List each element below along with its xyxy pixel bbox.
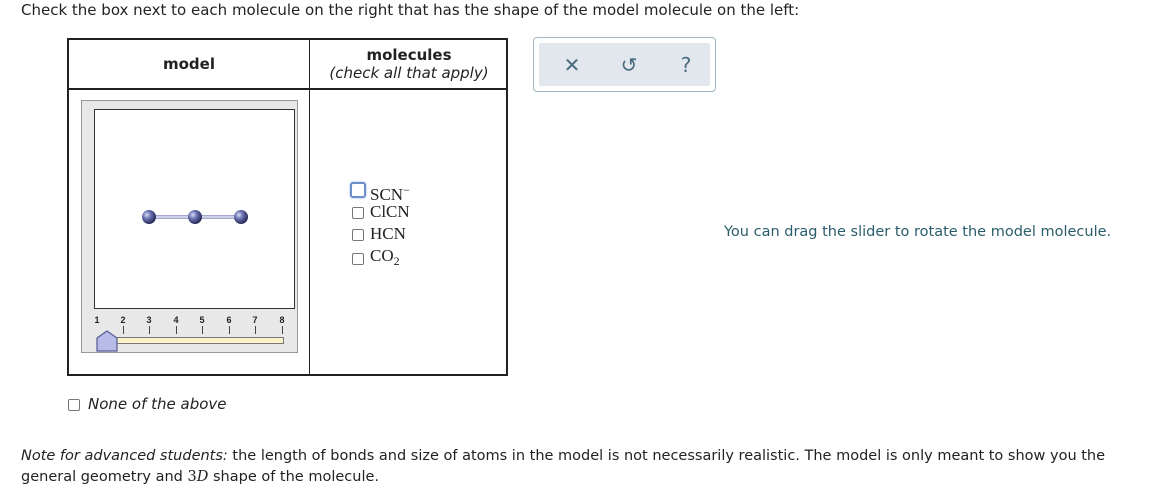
- option-checkbox[interactable]: [352, 207, 364, 219]
- option-checkbox[interactable]: [352, 253, 364, 265]
- note-math-number: 3: [187, 469, 197, 485]
- option-label: CO2: [370, 246, 400, 268]
- none-checkbox[interactable]: [68, 399, 80, 411]
- bond-left: [153, 215, 191, 219]
- option-label: ClCN: [370, 202, 410, 221]
- note-lead: Note for advanced students:: [21, 448, 228, 464]
- rotation-slider-track[interactable]: [106, 337, 284, 344]
- slider-tick: 3: [142, 315, 156, 334]
- atom-right: [234, 210, 248, 224]
- bond-right: [199, 215, 237, 219]
- none-label: None of the above: [88, 395, 227, 413]
- model-canvas[interactable]: [94, 109, 295, 309]
- answer-toolbar: ✕ ↺ ?: [533, 37, 716, 92]
- molecules-header: molecules (check all that apply): [310, 46, 508, 82]
- slider-tick: 4: [169, 315, 183, 334]
- option-checkbox[interactable]: [352, 229, 364, 241]
- advanced-note: Note for advanced students: the length o…: [21, 446, 1136, 488]
- option-label: HCN: [370, 224, 406, 243]
- note-math-variable: D: [196, 469, 209, 485]
- slider-tick: 7: [248, 315, 262, 334]
- instruction-text: Check the box next to each molecule on t…: [21, 1, 800, 19]
- slider-tick: 6: [222, 315, 236, 334]
- slider-hint: You can drag the slider to rotate the mo…: [724, 224, 1112, 240]
- close-icon[interactable]: ✕: [560, 53, 584, 77]
- slider-tick: 1: [94, 315, 100, 325]
- atom-center: [188, 210, 202, 224]
- slider-tick: 8: [275, 315, 289, 334]
- option-checkbox[interactable]: [350, 182, 366, 198]
- model-header: model: [163, 55, 215, 73]
- help-icon[interactable]: ?: [674, 53, 698, 77]
- rotation-slider-handle[interactable]: [96, 330, 118, 352]
- question-table: model molecules (check all that apply) 1…: [67, 38, 508, 376]
- atom-left: [142, 210, 156, 224]
- column-divider: [309, 40, 310, 374]
- toolbar-panel: ✕ ↺ ?: [539, 43, 710, 86]
- molecules-header-subtitle: (check all that apply): [329, 64, 489, 82]
- header-divider: [69, 88, 506, 90]
- molecule-model: [142, 210, 248, 224]
- slider-tick: 2: [116, 315, 130, 334]
- slider-tick: 5: [195, 315, 209, 334]
- undo-icon[interactable]: ↺: [617, 53, 641, 77]
- model-viewer: 1 2 3 4 5 6 7 8: [81, 100, 298, 353]
- note-text-end: shape of the molecule.: [208, 469, 380, 485]
- molecules-header-title: molecules: [366, 46, 452, 64]
